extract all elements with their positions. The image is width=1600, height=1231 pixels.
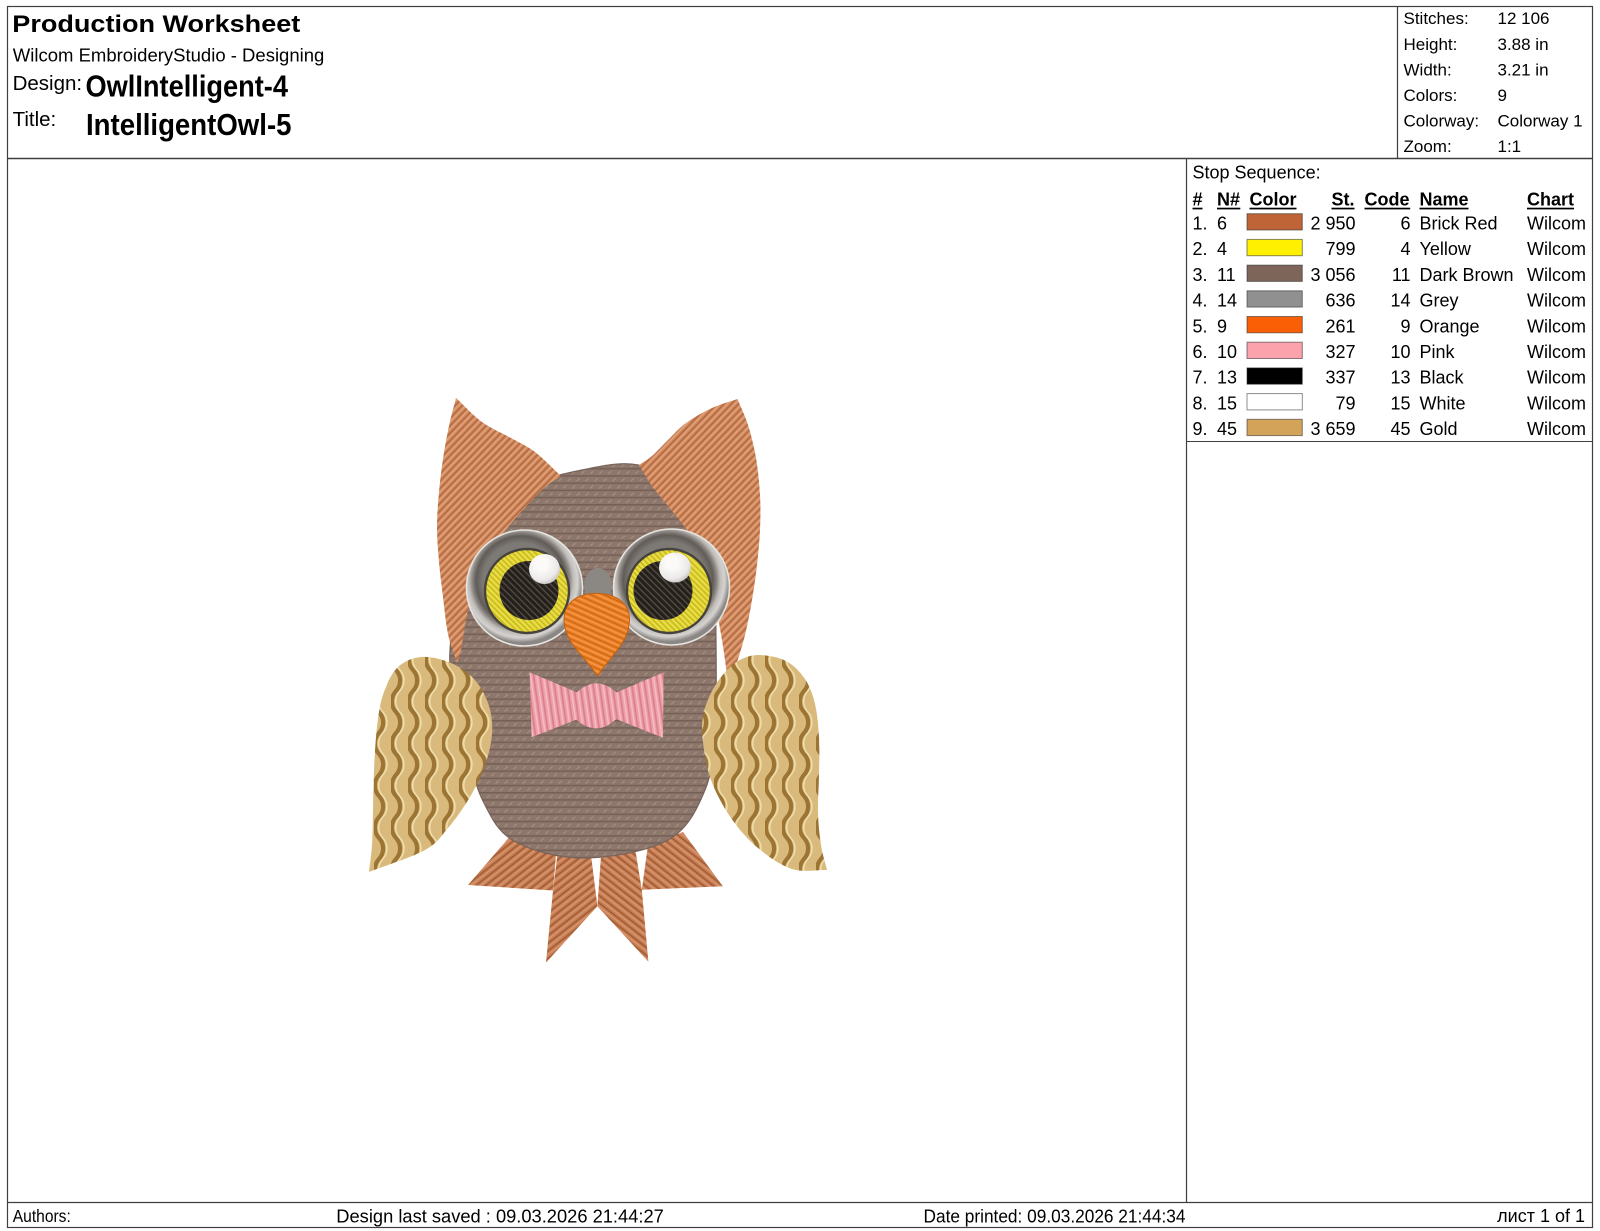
svg-text:Design:: Design:	[13, 72, 83, 95]
svg-text:Colorway 1: Colorway 1	[1498, 112, 1583, 131]
svg-text:12 106: 12 106	[1498, 9, 1550, 28]
svg-text:9.: 9.	[1193, 419, 1208, 439]
svg-text:9: 9	[1498, 86, 1507, 105]
svg-text:Pink: Pink	[1420, 342, 1456, 362]
svg-text:Stitches:: Stitches:	[1404, 9, 1469, 28]
svg-text:14: 14	[1390, 291, 1410, 311]
svg-text:Wilcom: Wilcom	[1527, 368, 1586, 388]
svg-text:6: 6	[1400, 214, 1410, 234]
svg-text:10: 10	[1390, 342, 1410, 362]
svg-text:Wilcom: Wilcom	[1527, 291, 1586, 311]
svg-text:9: 9	[1217, 316, 1227, 336]
svg-text:2 950: 2 950	[1310, 214, 1355, 234]
svg-text:White: White	[1420, 393, 1466, 413]
svg-text:Wilcom: Wilcom	[1527, 265, 1586, 285]
svg-text:Height:: Height:	[1404, 35, 1458, 54]
svg-text:4: 4	[1217, 239, 1227, 259]
svg-text:327: 327	[1325, 342, 1355, 362]
svg-text:Code: Code	[1365, 190, 1410, 210]
svg-text:Gold: Gold	[1420, 419, 1458, 439]
svg-text:79: 79	[1335, 393, 1355, 413]
svg-text:Production Worksheet: Production Worksheet	[12, 11, 300, 38]
svg-text:10: 10	[1217, 342, 1237, 362]
svg-text:IntelligentOwl-5: IntelligentOwl-5	[86, 108, 292, 142]
svg-text:Wilcom: Wilcom	[1527, 342, 1586, 362]
svg-text:14: 14	[1217, 291, 1237, 311]
svg-text:Colors:: Colors:	[1404, 86, 1458, 105]
svg-text:Chart: Chart	[1527, 190, 1574, 210]
svg-text:3 056: 3 056	[1310, 265, 1355, 285]
svg-text:Width:: Width:	[1404, 60, 1452, 79]
svg-text:5.: 5.	[1193, 316, 1208, 336]
svg-text:15: 15	[1390, 393, 1410, 413]
svg-text:Wilcom: Wilcom	[1527, 393, 1586, 413]
svg-text:1:1: 1:1	[1498, 137, 1522, 156]
svg-text:261: 261	[1325, 316, 1355, 336]
svg-text:3 659: 3 659	[1310, 419, 1355, 439]
svg-text:6.: 6.	[1193, 342, 1208, 362]
svg-text:St.: St.	[1331, 190, 1354, 210]
svg-text:#: #	[1193, 190, 1203, 210]
svg-text:15: 15	[1217, 393, 1237, 413]
svg-text:3.: 3.	[1193, 265, 1208, 285]
svg-text:9: 9	[1400, 316, 1410, 336]
svg-text:337: 337	[1325, 368, 1355, 388]
svg-text:2.: 2.	[1193, 239, 1208, 259]
svg-text:Title:: Title:	[13, 108, 57, 131]
svg-text:N#: N#	[1217, 190, 1240, 210]
svg-text:636: 636	[1325, 291, 1355, 311]
svg-text:3.21 in: 3.21 in	[1498, 60, 1549, 79]
svg-text:Wilcom: Wilcom	[1527, 419, 1586, 439]
svg-text:Black: Black	[1420, 368, 1465, 388]
svg-text:Grey: Grey	[1420, 291, 1459, 311]
svg-text:7.: 7.	[1193, 368, 1208, 388]
svg-text:лист 1 of 1: лист 1 of 1	[1497, 1206, 1585, 1226]
svg-text:Wilcom: Wilcom	[1527, 316, 1586, 336]
svg-text:Yellow: Yellow	[1420, 239, 1472, 259]
svg-text:11: 11	[1392, 265, 1411, 285]
svg-text:Wilcom: Wilcom	[1527, 214, 1586, 234]
svg-text:3.88 in: 3.88 in	[1498, 35, 1549, 54]
svg-text:Stop Sequence:: Stop Sequence:	[1193, 163, 1321, 183]
svg-text:6: 6	[1217, 214, 1227, 234]
svg-text:1.: 1.	[1193, 214, 1208, 234]
svg-text:13: 13	[1390, 368, 1410, 388]
svg-text:45: 45	[1390, 419, 1410, 439]
svg-text:Name: Name	[1420, 190, 1469, 210]
svg-text:45: 45	[1217, 419, 1237, 439]
svg-text:OwlIntelligent-4: OwlIntelligent-4	[86, 70, 289, 104]
svg-text:Color: Color	[1250, 190, 1297, 210]
svg-text:Colorway:: Colorway:	[1404, 112, 1480, 131]
svg-text:Dark Brown: Dark Brown	[1420, 265, 1514, 285]
svg-text:Wilcom EmbroideryStudio - Desi: Wilcom EmbroideryStudio - Designing	[13, 44, 325, 65]
svg-text:Brick Red: Brick Red	[1420, 214, 1498, 234]
svg-text:Authors:: Authors:	[13, 1206, 71, 1226]
svg-text:Wilcom: Wilcom	[1527, 239, 1586, 259]
svg-text:4: 4	[1400, 239, 1410, 259]
svg-text:4.: 4.	[1193, 291, 1208, 311]
svg-text:8.: 8.	[1193, 393, 1208, 413]
svg-text:Orange: Orange	[1420, 316, 1480, 336]
svg-text:Zoom:: Zoom:	[1404, 137, 1452, 156]
svg-text:11: 11	[1217, 265, 1236, 285]
svg-text:Date printed: 09.03.2026 21:44: Date printed: 09.03.2026 21:44:34	[924, 1206, 1186, 1226]
svg-text:799: 799	[1325, 239, 1355, 259]
svg-text:13: 13	[1217, 368, 1237, 388]
svg-text:Design last saved : 09.03.2026: Design last saved : 09.03.2026 21:44:27	[336, 1205, 664, 1226]
